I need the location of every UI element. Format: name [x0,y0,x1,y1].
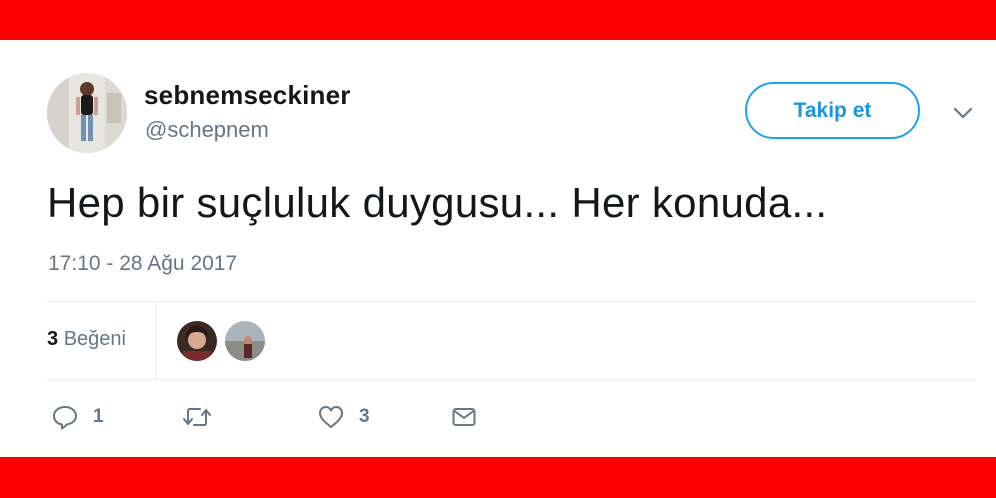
profile-avatar[interactable] [47,73,127,153]
retweet-icon [183,408,211,426]
direct-message-button[interactable] [450,395,478,439]
likes-count: 3 [47,328,59,350]
reply-button[interactable]: 1 [51,395,104,439]
bottom-red-band [0,457,996,498]
tweet-text: Hep bir suçluluk duygusu... Her konuda..… [47,179,828,226]
retweet-button[interactable] [181,395,227,439]
follow-button[interactable]: Takip et [745,82,920,139]
display-name[interactable]: sebnemseckiner [144,80,351,111]
user-handle[interactable]: @schepnem [145,117,269,143]
divider [47,379,976,380]
reply-icon [53,406,77,430]
tweet-timestamp[interactable]: 17:10 - 28 Ağu 2017 [48,252,237,276]
tweet-stats: 3 Beğeni [47,302,976,379]
liker-avatar[interactable] [177,321,217,361]
like-count: 3 [359,406,370,427]
tweet-actions: 1 3 [47,395,647,439]
top-red-band [0,0,996,40]
reply-count: 1 [93,406,104,427]
profile-photo-image [47,73,127,153]
stats-separator [155,302,156,379]
heart-icon [319,406,343,428]
like-button[interactable]: 3 [317,395,370,439]
chevron-down-icon[interactable] [950,100,976,126]
envelope-icon [452,408,476,426]
liker-avatar[interactable] [225,321,265,361]
likes-stat[interactable]: 3 Beğeni [47,328,126,351]
likes-label: Beğeni [63,328,126,350]
